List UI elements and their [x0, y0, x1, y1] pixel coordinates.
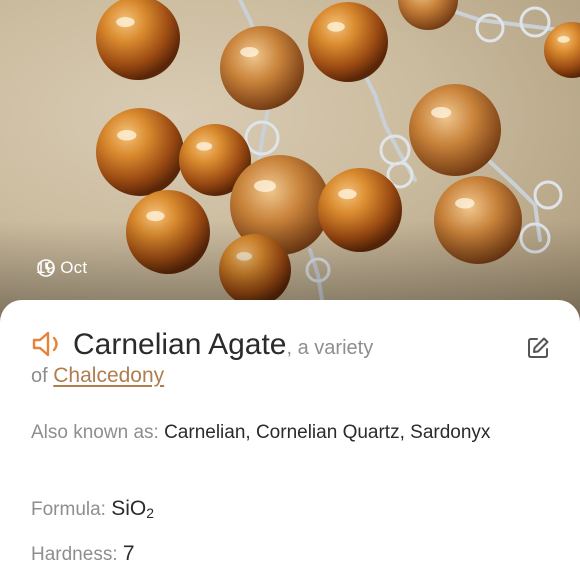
- bead: [96, 0, 180, 80]
- also-known-as: Also known as: Carnelian, Cornelian Quar…: [31, 414, 551, 452]
- speaker-icon[interactable]: [31, 329, 67, 359]
- bead-highlight: [327, 22, 345, 32]
- bead-highlight: [117, 130, 137, 141]
- gemstone-photo[interactable]: 19 Oct: [0, 0, 580, 330]
- hardness-label: Hardness:: [31, 544, 118, 565]
- bead: [220, 26, 304, 110]
- formula-base: SiO: [111, 497, 147, 520]
- bead-highlight: [254, 180, 276, 192]
- edit-icon[interactable]: [526, 336, 550, 360]
- variety-line: of Chalcedony: [31, 364, 164, 388]
- variety-prefix: , a variety: [286, 337, 374, 359]
- bead-highlight: [116, 17, 135, 28]
- formula-value: SiO2: [111, 497, 155, 521]
- formula-subscript: 2: [146, 505, 155, 521]
- aka-label: Also known as:: [31, 422, 159, 443]
- bead-highlight: [196, 142, 213, 151]
- bead: [409, 84, 501, 176]
- title-row: Carnelian Agate, a variety: [31, 328, 511, 367]
- bead-highlight: [431, 107, 452, 119]
- formula-label: Formula:: [31, 499, 106, 520]
- hardness-value: 7: [122, 542, 135, 565]
- bead-highlight: [557, 36, 570, 43]
- aka-value: Carnelian, Cornelian Quartz, Sardonyx: [164, 422, 491, 443]
- stone-info-card: Carnelian Agate, a variety of Chalcedony…: [0, 300, 580, 580]
- bead-highlight: [455, 198, 475, 209]
- hardness-row: Hardness: 7: [31, 535, 135, 574]
- bead: [96, 108, 184, 196]
- stone-name: Carnelian Agate: [73, 328, 287, 361]
- formula-row: Formula: SiO2: [31, 490, 154, 532]
- date-row: 19 Oct: [36, 258, 87, 278]
- bead: [308, 2, 388, 82]
- bead: [398, 0, 458, 30]
- parent-mineral-link[interactable]: Chalcedony: [53, 364, 164, 387]
- bead-highlight: [240, 47, 259, 58]
- bead-highlight: [338, 189, 357, 200]
- clock-icon: [37, 259, 55, 277]
- of-label: of: [31, 365, 48, 387]
